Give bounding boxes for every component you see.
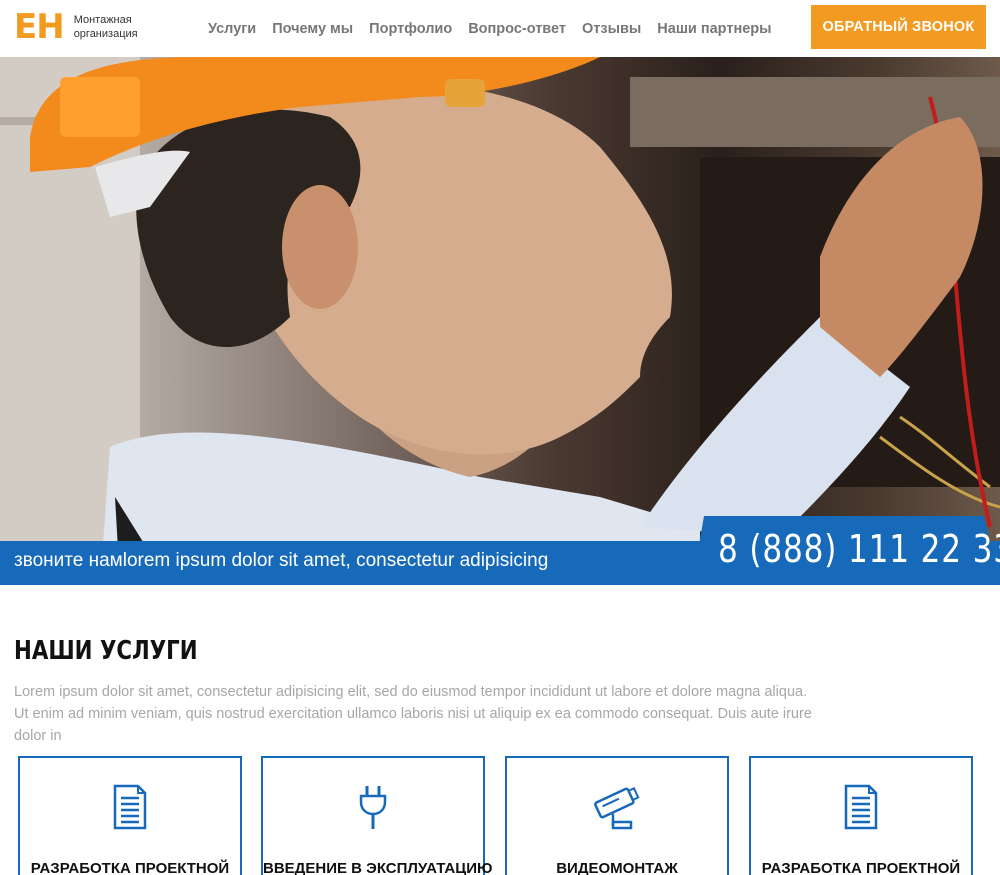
service-card[interactable]: РАЗРАБОТКА ПРОЕКТНОЙ [749,756,973,875]
services-description: Lorem ipsum dolor sit amet, consectetur … [14,684,812,744]
hero-banner: звоните намlorem ipsum dolor sit amet, c… [0,57,1000,585]
services-title: НАШИ УСЛУГИ [14,636,198,666]
site-header: ЕН Монтажная организация Услуги Почему м… [0,0,1000,57]
electrician-hardhat-photo [0,57,1000,585]
logo[interactable]: ЕН Монтажная организация [14,10,138,44]
logo-mark: ЕН [14,7,65,47]
logo-line-2: организация [73,28,138,40]
nav-why-us[interactable]: Почему мы [272,21,353,37]
service-card-title: ВИДЕОМОНТАЖ [556,860,678,875]
nav-partners[interactable]: Наши партнеры [657,21,771,37]
document-icon [844,784,878,830]
document-icon [113,784,147,830]
nav-portfolio[interactable]: Портфолио [369,21,452,37]
services-cards: РАЗРАБОТКА ПРОЕКТНОЙ ВВЕДЕНИЕ В ЭКСПЛУАТ… [18,756,978,875]
nav-reviews[interactable]: Отзывы [582,21,641,37]
service-card-title: ВВЕДЕНИЕ В ЭКСПЛУАТАЦИЮ [263,860,493,875]
service-card-title: РАЗРАБОТКА ПРОЕКТНОЙ [30,860,230,875]
logo-text: Монтажная организация [74,13,138,41]
service-card[interactable]: РАЗРАБОТКА ПРОЕКТНОЙ [18,756,242,875]
service-card[interactable]: ВВЕДЕНИЕ В ЭКСПЛУАТАЦИЮ [261,756,493,875]
phone-number[interactable]: 8 (888) 111 22 33 [718,527,1000,571]
logo-line-1: Монтажная [73,14,132,26]
plug-icon [359,786,387,829]
service-card[interactable]: ВИДЕОМОНТАЖ [505,756,729,875]
callback-button[interactable]: ОБРАТНЫЙ ЗВОНОК [811,5,986,49]
nav-faq[interactable]: Вопрос-ответ [468,21,566,37]
service-card-title: РАЗРАБОТКА ПРОЕКТНОЙ [761,860,961,875]
main-nav: Услуги Почему мы Портфолио Вопрос-ответ … [200,0,780,57]
cctv-camera-icon [594,787,640,830]
hero-tagline: звоните намlorem ipsum dolor sit amet, c… [14,550,549,571]
nav-services[interactable]: Услуги [208,21,256,37]
